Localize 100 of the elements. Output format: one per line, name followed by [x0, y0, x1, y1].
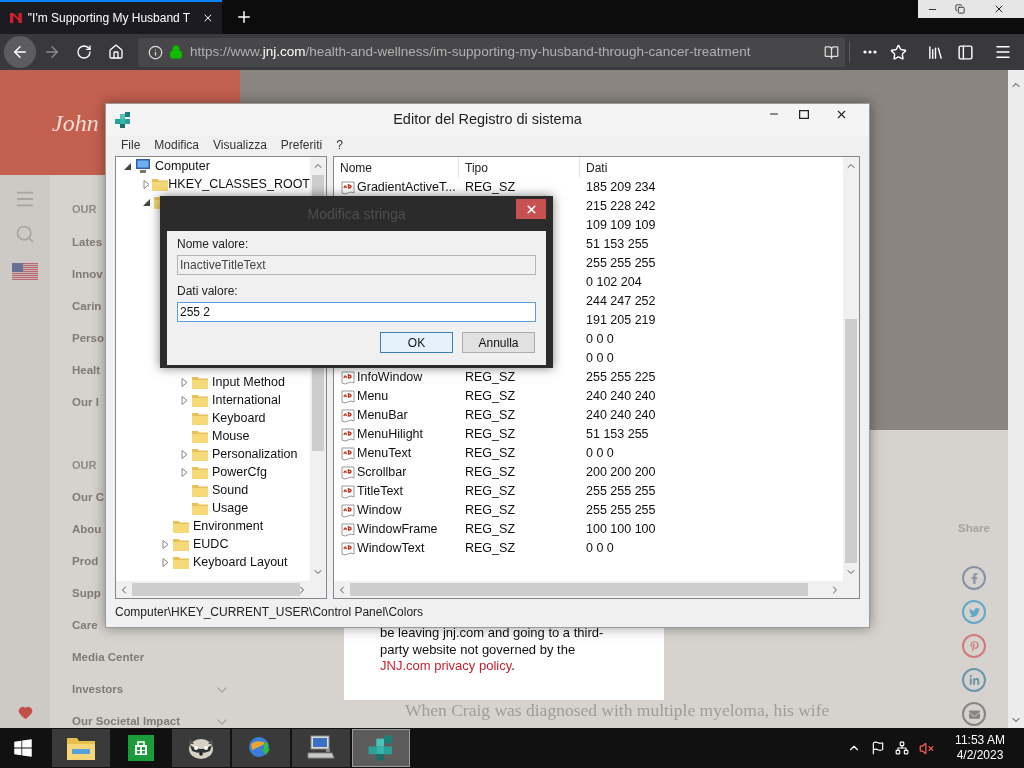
scrollbar[interactable] [116, 581, 310, 598]
value-name[interactable]: MenuHilight [357, 425, 423, 444]
restore-icon [955, 4, 965, 14]
scrollbar-thumb[interactable] [350, 583, 808, 596]
menu-item[interactable]: Visualizza [206, 135, 274, 154]
speaker-muted-icon[interactable] [919, 740, 934, 756]
shopping-bag-icon [128, 735, 154, 761]
value-type: REG_SZ [465, 180, 515, 195]
value-data: 255 255 255 [585, 502, 656, 520]
dialog-button[interactable]: OK [380, 332, 453, 353]
value-data: 0 0 0 [585, 331, 614, 349]
tree-item[interactable]: Input Method [212, 372, 285, 392]
close-button[interactable] [516, 199, 546, 219]
nav-heading: OUR [72, 458, 97, 473]
value-name[interactable]: Menu [357, 387, 389, 406]
value-name[interactable]: WindowFrame [357, 520, 438, 539]
collapsed-arrow-icon[interactable] [180, 377, 189, 387]
twitter-button[interactable] [962, 600, 986, 625]
taskbar-app[interactable] [172, 729, 230, 767]
input-field[interactable]: InactiveTitleText [177, 255, 536, 275]
folder-icon [192, 429, 208, 443]
folder-icon [192, 375, 208, 389]
value-name[interactable]: TitleText [357, 482, 404, 501]
expanded-arrow-icon[interactable] [142, 197, 151, 207]
dialog-button[interactable]: Annulla [462, 332, 535, 353]
value-name[interactable]: InfoWindow [357, 368, 423, 387]
scrollbar-thumb[interactable] [845, 319, 857, 563]
tree-item[interactable]: HKEY_CLASSES_ROOT [168, 174, 310, 194]
plus-icon [235, 8, 253, 26]
network-icon[interactable] [895, 741, 909, 755]
browser-tab[interactable]: "I'm Supporting My Husband T [0, 0, 222, 34]
column-header[interactable]: Dati [580, 157, 843, 178]
menu-item[interactable]: ? [329, 135, 350, 154]
nav-heading: OUR [72, 202, 97, 217]
clock[interactable]: 11:53 AM 4/2/2023 [944, 733, 1016, 763]
window-title: Editor del Registro di sistema [392, 110, 583, 130]
value-name[interactable]: GradientActiveT... [357, 178, 456, 197]
address-bar[interactable]: https://www.jnj.com/health-and-wellness/im-supporting-my-husband-through-cancer-treatment [138, 37, 845, 67]
collapsed-arrow-icon[interactable] [142, 179, 151, 189]
value-type: REG_SZ [465, 541, 515, 556]
pinterest-button[interactable] [962, 634, 986, 659]
tree-item[interactable]: Computer [155, 157, 210, 176]
value-data: 240 240 240 [585, 388, 656, 406]
scrollbar[interactable] [843, 157, 859, 581]
string-value-icon [341, 370, 355, 385]
tree-item[interactable]: Keyboard [212, 408, 266, 428]
folder-icon [192, 483, 208, 497]
collapsed-arrow-icon[interactable] [161, 557, 170, 567]
close-icon [993, 3, 1005, 15]
email-button[interactable] [962, 702, 986, 727]
tree-item[interactable]: Sound [212, 480, 249, 500]
scrollbar[interactable] [334, 581, 843, 598]
tree-item[interactable]: International [212, 390, 281, 410]
string-value-icon [341, 541, 355, 556]
value-name[interactable]: Window [357, 501, 402, 520]
tree-item[interactable]: PowerCfg [212, 462, 267, 482]
tree-item[interactable]: Personalization [212, 444, 298, 464]
menu-item[interactable]: Preferiti [273, 135, 330, 154]
input-field[interactable]: 255 2 [177, 302, 536, 322]
heart-icon[interactable] [17, 705, 33, 720]
menu-item[interactable]: Modifica [147, 135, 207, 154]
tree-item[interactable]: EUDC [193, 534, 229, 554]
tree-item[interactable]: Environment [193, 516, 264, 536]
collapsed-arrow-icon[interactable] [180, 467, 189, 477]
collapsed-arrow-icon[interactable] [161, 539, 170, 549]
value-type: REG_SZ [465, 370, 515, 385]
folder-icon [192, 393, 208, 407]
flag-icon[interactable] [871, 741, 885, 755]
field-label: Nome valore: [177, 238, 250, 251]
linkedin-button[interactable] [962, 668, 986, 693]
column-header[interactable]: Nome [334, 157, 459, 178]
value-name[interactable]: WindowText [357, 539, 425, 558]
value-name[interactable]: Scrollbar [357, 463, 407, 482]
value-data: 51 153 255 [585, 426, 649, 444]
taskbar-app[interactable] [52, 729, 110, 767]
bird-icon [968, 606, 980, 618]
scrollbar-thumb[interactable] [132, 583, 300, 596]
tree-item[interactable]: Keyboard Layout [193, 552, 288, 572]
value-data: 255 255 225 [585, 369, 656, 387]
folder-icon [192, 447, 208, 461]
tree-item[interactable]: Mouse [212, 426, 250, 446]
search-icon[interactable] [15, 224, 35, 244]
back-button[interactable] [4, 36, 36, 68]
tree-item[interactable]: Usage [212, 498, 249, 518]
taskbar-app[interactable] [292, 729, 350, 767]
info-icon[interactable] [148, 44, 163, 60]
cubes-icon [114, 111, 132, 129]
collapsed-arrow-icon[interactable] [180, 395, 189, 405]
value-name[interactable]: MenuText [357, 444, 412, 463]
value-name[interactable]: MenuBar [357, 406, 408, 425]
expanded-arrow-icon[interactable] [123, 161, 132, 171]
column-header[interactable]: Tipo [459, 157, 580, 178]
reader-view-icon[interactable] [824, 44, 839, 60]
facebook-button[interactable] [962, 566, 986, 591]
value-type: REG_SZ [465, 446, 515, 461]
more-icon [863, 50, 877, 54]
page-scrollbar[interactable] [1008, 70, 1024, 728]
menu-item[interactable]: File [114, 135, 148, 154]
collapsed-arrow-icon[interactable] [180, 449, 189, 459]
value-data: 0 0 0 [585, 540, 614, 558]
